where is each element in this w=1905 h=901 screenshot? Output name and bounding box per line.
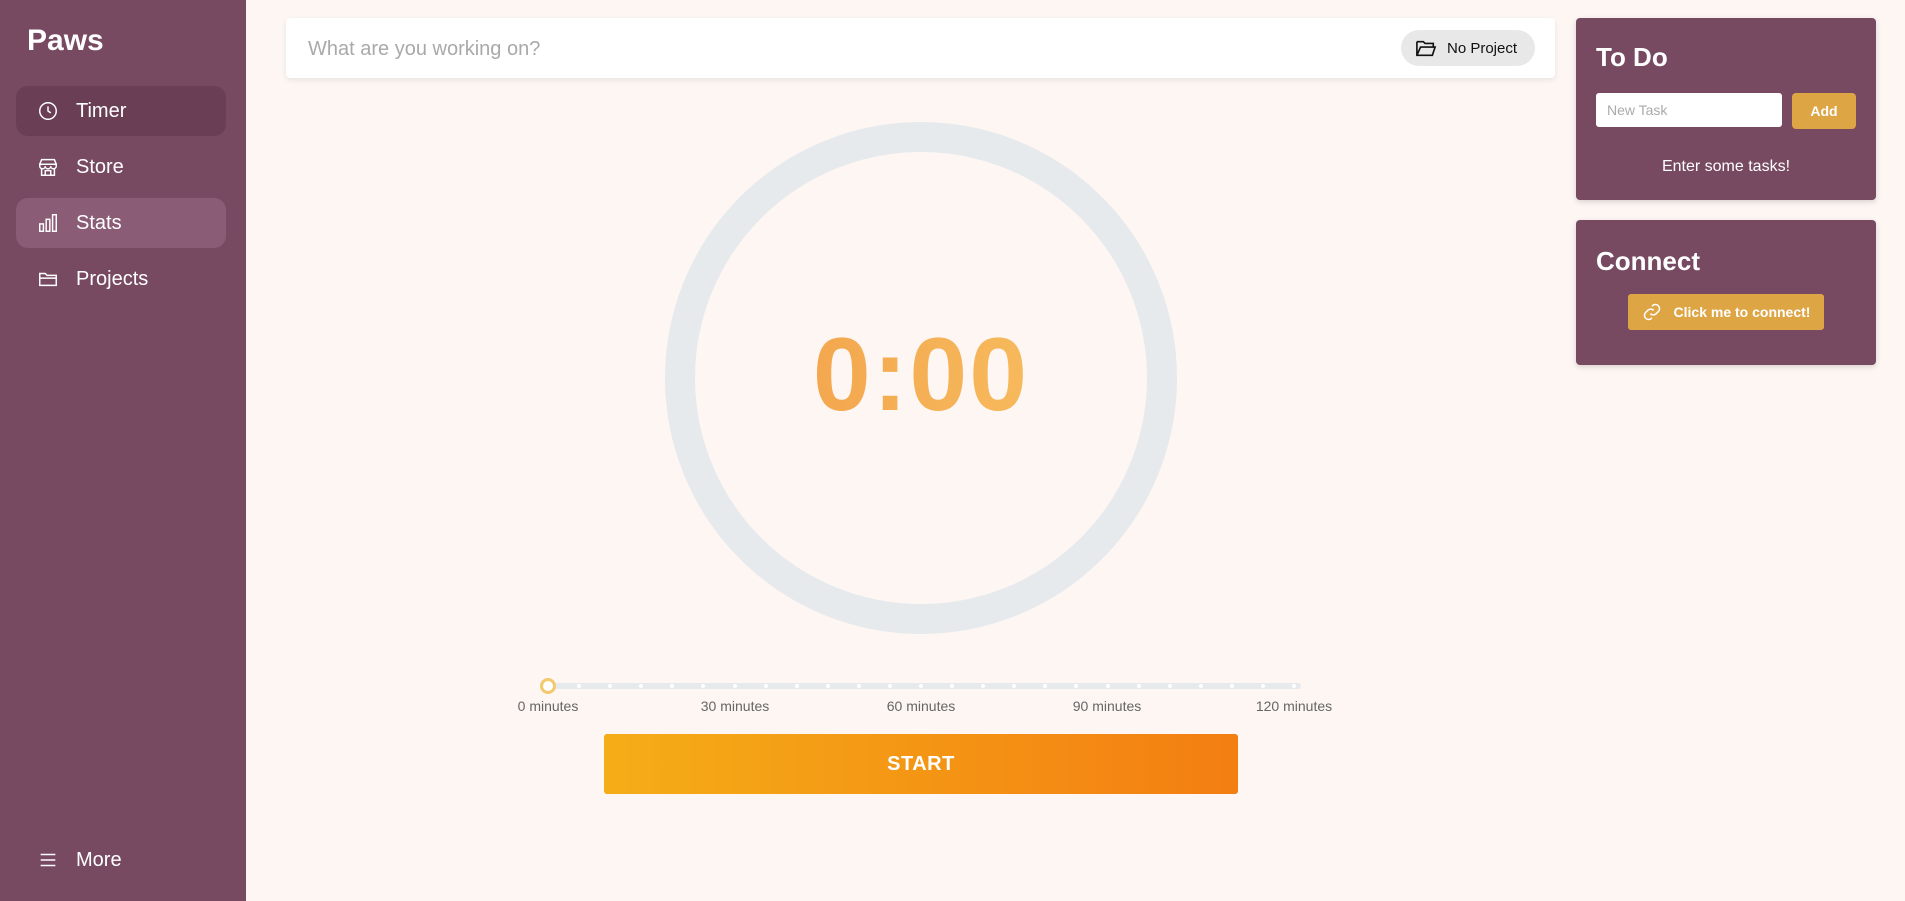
sidebar-item-projects[interactable]: Projects [16, 254, 226, 304]
sidebar-item-timer[interactable]: Timer [16, 86, 226, 136]
project-select-button[interactable]: No Project [1401, 30, 1535, 66]
connect-button-label: Click me to connect! [1673, 304, 1811, 320]
sidebar-item-label: Projects [76, 267, 149, 290]
sidebar-item-label: More [76, 848, 122, 871]
task-input[interactable] [306, 32, 1360, 66]
add-task-button[interactable]: Add [1792, 93, 1856, 129]
slider-tick [1167, 684, 1172, 688]
clock-icon [36, 99, 60, 123]
slider-label-0: 0 minutes [517, 698, 579, 714]
new-task-input[interactable] [1596, 93, 1782, 127]
store-icon [36, 155, 60, 179]
link-icon [1642, 302, 1662, 322]
duration-slider-track[interactable] [548, 683, 1301, 689]
slider-tick [1229, 684, 1234, 688]
slider-tick [919, 684, 923, 688]
slider-label-60: 60 minutes [886, 698, 956, 714]
connect-card: Connect Click me to connect! [1576, 220, 1876, 365]
sidebar-item-more[interactable]: More [16, 835, 226, 885]
start-button[interactable]: START [604, 734, 1238, 794]
bar-chart-icon [36, 211, 60, 235]
todo-title: To Do [1596, 42, 1668, 72]
sidebar-item-label: Timer [76, 99, 127, 122]
sidebar-item-store[interactable]: Store [16, 142, 226, 192]
brand-logo: Paws [27, 24, 104, 57]
slider-label-90: 90 minutes [1072, 698, 1142, 714]
connect-button[interactable]: Click me to connect! [1628, 294, 1824, 330]
todo-empty-message: Enter some tasks! [1661, 158, 1791, 175]
menu-icon [36, 848, 60, 872]
slider-tick [1260, 684, 1265, 688]
folder-open-icon [1415, 37, 1437, 59]
slider-tick [825, 684, 830, 688]
slider-tick [763, 684, 768, 688]
sidebar-item-label: Stats [76, 211, 122, 234]
sidebar-item-label: Store [76, 155, 124, 178]
slider-label-30: 30 minutes [700, 698, 770, 714]
slider-tick [732, 684, 737, 688]
connect-title: Connect [1596, 246, 1700, 276]
sidebar-item-stats[interactable]: Stats [16, 198, 226, 248]
slider-tick [887, 684, 892, 688]
folder-icon [36, 267, 60, 291]
slider-tick [1136, 684, 1141, 688]
slider-tick [1292, 684, 1296, 688]
project-label: No Project [1447, 39, 1518, 57]
task-bar: No Project [286, 18, 1555, 78]
duration-slider-thumb[interactable] [540, 678, 556, 694]
timer-display: 0:00 [665, 318, 1177, 433]
slider-tick [794, 684, 799, 688]
todo-card: To Do Add Enter some tasks! [1576, 18, 1876, 200]
slider-tick [856, 684, 861, 688]
slider-tick [1198, 684, 1203, 688]
slider-tick [1105, 684, 1110, 688]
slider-label-120: 120 minutes [1255, 698, 1333, 714]
sidebar: Paws Timer Store Stats Projects More [0, 0, 246, 901]
